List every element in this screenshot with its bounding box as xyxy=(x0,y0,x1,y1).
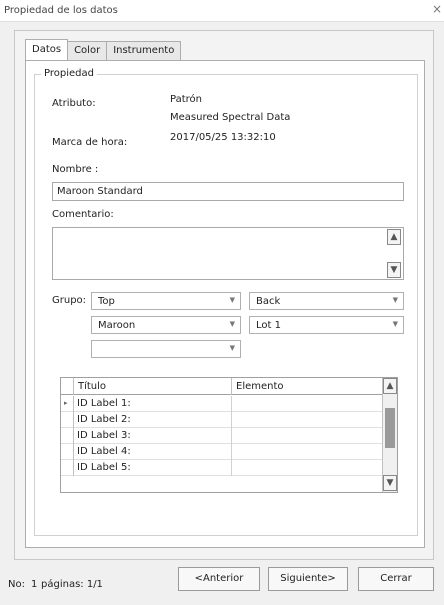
chevron-down-icon: ▼ xyxy=(392,320,398,328)
row-elemento[interactable] xyxy=(232,412,383,428)
grupo-combo-4[interactable]: Lot 1 ▼ xyxy=(249,316,404,334)
siguiente-button[interactable]: Siguiente> xyxy=(268,567,348,591)
row-titulo[interactable]: ID Label 1: xyxy=(74,396,232,412)
comentario-scroll-up-icon[interactable]: ▲ xyxy=(387,229,401,245)
atributo-value-2: Measured Spectral Data xyxy=(170,112,291,123)
grupo-combo-2[interactable]: Back ▼ xyxy=(249,292,404,310)
comentario-label: Comentario: xyxy=(52,209,114,220)
tab-datos[interactable]: Datos xyxy=(25,39,69,61)
grid-scroll-down-icon[interactable]: ▼ xyxy=(383,475,397,491)
page-count: páginas: 1/1 xyxy=(41,579,103,590)
anterior-button[interactable]: <Anterior xyxy=(178,567,260,591)
row-titulo[interactable]: ID Label 4: xyxy=(74,444,232,460)
record-no-value: 1 xyxy=(31,579,38,590)
grupo-combo-5[interactable]: ▼ xyxy=(91,340,241,358)
row-elemento[interactable] xyxy=(232,396,383,412)
grid-corner xyxy=(61,378,74,395)
tab-color[interactable]: Color xyxy=(67,41,108,61)
chevron-down-icon: ▼ xyxy=(392,296,398,304)
propiedad-group: Propiedad Atributo: Patrón Measured Spec… xyxy=(34,68,418,536)
row-indicator xyxy=(61,412,74,428)
title-bar: Propiedad de los datos × xyxy=(0,0,444,22)
atributo-label: Atributo: xyxy=(52,98,96,109)
table-row[interactable]: ▸ ID Label 1: xyxy=(61,396,383,412)
comentario-scroll-down-icon[interactable]: ▼ xyxy=(387,262,401,278)
grupo-combo-1[interactable]: Top ▼ xyxy=(91,292,241,310)
grid-scroll-up-icon[interactable]: ▲ xyxy=(383,378,397,394)
window-title: Propiedad de los datos xyxy=(4,5,118,16)
row-titulo[interactable]: ID Label 2: xyxy=(74,412,232,428)
grupo-combo-2-value: Back xyxy=(256,296,281,307)
grid-scrollbar[interactable]: ▲ ▼ xyxy=(382,378,397,492)
marca-label: Marca de hora: xyxy=(52,137,128,148)
chevron-down-icon: ▼ xyxy=(229,344,235,352)
tab-page-datos: Propiedad Atributo: Patrón Measured Spec… xyxy=(25,60,425,548)
main-panel: Datos Color Instrumento Propiedad Atribu… xyxy=(14,30,434,560)
table-row[interactable]: ID Label 5: xyxy=(61,460,383,476)
comentario-field[interactable] xyxy=(52,227,404,280)
close-icon[interactable]: × xyxy=(432,2,442,16)
grid-header: Título Elemento xyxy=(61,378,383,395)
row-indicator xyxy=(61,444,74,460)
row-indicator xyxy=(61,428,74,444)
tab-instrumento[interactable]: Instrumento xyxy=(106,41,182,61)
grid-header-elemento[interactable]: Elemento xyxy=(232,378,383,395)
row-titulo[interactable]: ID Label 3: xyxy=(74,428,232,444)
marca-value: 2017/05/25 13:32:10 xyxy=(170,132,276,143)
row-elemento[interactable] xyxy=(232,460,383,476)
atributo-value: Patrón xyxy=(170,94,202,105)
row-titulo[interactable]: ID Label 5: xyxy=(74,460,232,476)
grid-header-titulo[interactable]: Título xyxy=(74,378,232,395)
propiedad-legend: Propiedad xyxy=(41,68,97,79)
record-no-label: No: xyxy=(8,579,25,590)
table-row[interactable]: ID Label 4: xyxy=(61,444,383,460)
nombre-field[interactable]: Maroon Standard xyxy=(52,182,404,201)
grid-scroll-thumb[interactable] xyxy=(385,408,395,448)
nombre-label: Nombre : xyxy=(52,164,99,175)
grupo-combo-1-value: Top xyxy=(98,296,115,307)
row-elemento[interactable] xyxy=(232,444,383,460)
chevron-down-icon: ▼ xyxy=(229,296,235,304)
row-indicator xyxy=(61,460,74,476)
row-pointer-icon: ▸ xyxy=(61,396,74,412)
tab-strip: Datos Color Instrumento xyxy=(25,39,182,61)
id-label-grid: Título Elemento ▸ ID Label 1: ID Label 2… xyxy=(60,377,398,493)
table-row[interactable]: ID Label 2: xyxy=(61,412,383,428)
cerrar-button[interactable]: Cerrar xyxy=(358,567,434,591)
grupo-label: Grupo: xyxy=(52,295,87,306)
row-elemento[interactable] xyxy=(232,428,383,444)
table-row[interactable]: ID Label 3: xyxy=(61,428,383,444)
grupo-combo-4-value: Lot 1 xyxy=(256,320,281,331)
grupo-combo-3[interactable]: Maroon ▼ xyxy=(91,316,241,334)
chevron-down-icon: ▼ xyxy=(229,320,235,328)
grupo-combo-3-value: Maroon xyxy=(98,320,136,331)
